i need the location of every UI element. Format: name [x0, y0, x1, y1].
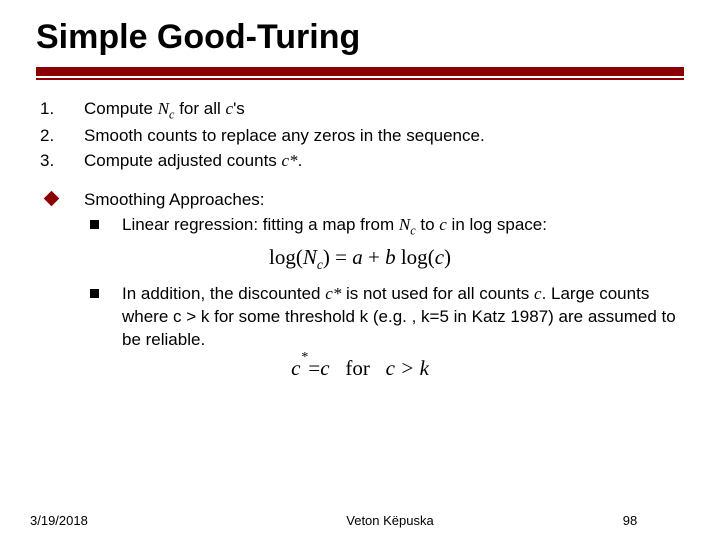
sym: c [320, 356, 329, 381]
c-star: c* [291, 356, 308, 381]
square-icon [84, 283, 122, 352]
t: 's [233, 99, 245, 118]
t: Compute adjusted counts [84, 151, 282, 170]
rule-thick [36, 67, 684, 76]
step-number: 3. [40, 150, 84, 173]
sym: N [303, 245, 317, 269]
t: Linear regression: fitting a map from [122, 215, 399, 234]
rule-thin [36, 78, 684, 80]
sym: c [435, 245, 444, 269]
p: ( [296, 245, 303, 269]
math-sym: c* [282, 151, 298, 170]
step-item: 2. Smooth counts to replace any zeros in… [40, 125, 680, 148]
formula-threshold: c* = c for c > k [40, 356, 680, 381]
math-sym: c* [325, 284, 341, 303]
cond: c > k [386, 356, 429, 381]
step-item: 3. Compute adjusted counts c*. [40, 150, 680, 173]
t: is not used for all counts [341, 284, 534, 303]
p: ) [323, 245, 330, 269]
fn: log [396, 245, 428, 269]
step-text: Smooth counts to replace any zeros in th… [84, 125, 680, 148]
bullet-level1: Smoothing Approaches: [40, 189, 680, 212]
step-item: 1. Compute Nc for all c's [40, 98, 680, 123]
bullet-level2: In addition, the discounted c* is not us… [84, 283, 680, 352]
for-word: for [330, 356, 386, 381]
op: + [363, 245, 385, 269]
title-rule [36, 67, 684, 80]
p: ) [444, 245, 451, 269]
math-sym: Nc [158, 99, 175, 118]
footer-date: 3/19/2018 [30, 513, 210, 528]
t: . [298, 151, 303, 170]
step-number: 2. [40, 125, 84, 148]
step-text: Compute adjusted counts c*. [84, 150, 680, 173]
eq: = [330, 245, 352, 269]
t: In addition, the discounted [122, 284, 325, 303]
diamond-icon [40, 189, 84, 212]
sym: N [399, 215, 410, 234]
footer-page: 98 [570, 513, 690, 528]
math-sym: c [226, 99, 234, 118]
square-icon [84, 214, 122, 239]
t: to [416, 215, 440, 234]
sym: c [291, 356, 300, 380]
step-number: 1. [40, 98, 84, 123]
sup: * [301, 350, 308, 366]
slide-footer: 3/19/2018 Veton Këpuska 98 [0, 513, 720, 528]
t: Compute [84, 99, 158, 118]
slide-title: Simple Good-Turing [36, 18, 684, 57]
slide-body: 1. Compute Nc for all c's 2. Smooth coun… [36, 98, 684, 381]
sym: a [352, 245, 363, 269]
bullet-text: In addition, the discounted c* is not us… [122, 283, 680, 352]
sym: N [158, 99, 169, 118]
sym: b [385, 245, 396, 269]
footer-author: Veton Këpuska [210, 513, 570, 528]
t: in log space: [447, 215, 547, 234]
eq: = [308, 356, 320, 381]
math-sym: Nc [399, 215, 416, 234]
fn: log [269, 245, 296, 269]
formula-log: log(Nc) = a + b log(c) [40, 245, 680, 273]
math-sym: c [439, 215, 447, 234]
bullet-text: Linear regression: fitting a map from Nc… [122, 214, 680, 239]
bullet-level2: Linear regression: fitting a map from Nc… [84, 214, 680, 239]
math-sym: c [534, 284, 542, 303]
slide: Simple Good-Turing 1. Compute Nc for all… [0, 0, 720, 381]
t: for all [174, 99, 225, 118]
step-text: Compute Nc for all c's [84, 98, 680, 123]
bullet-text: Smoothing Approaches: [84, 189, 265, 212]
p: ( [428, 245, 435, 269]
